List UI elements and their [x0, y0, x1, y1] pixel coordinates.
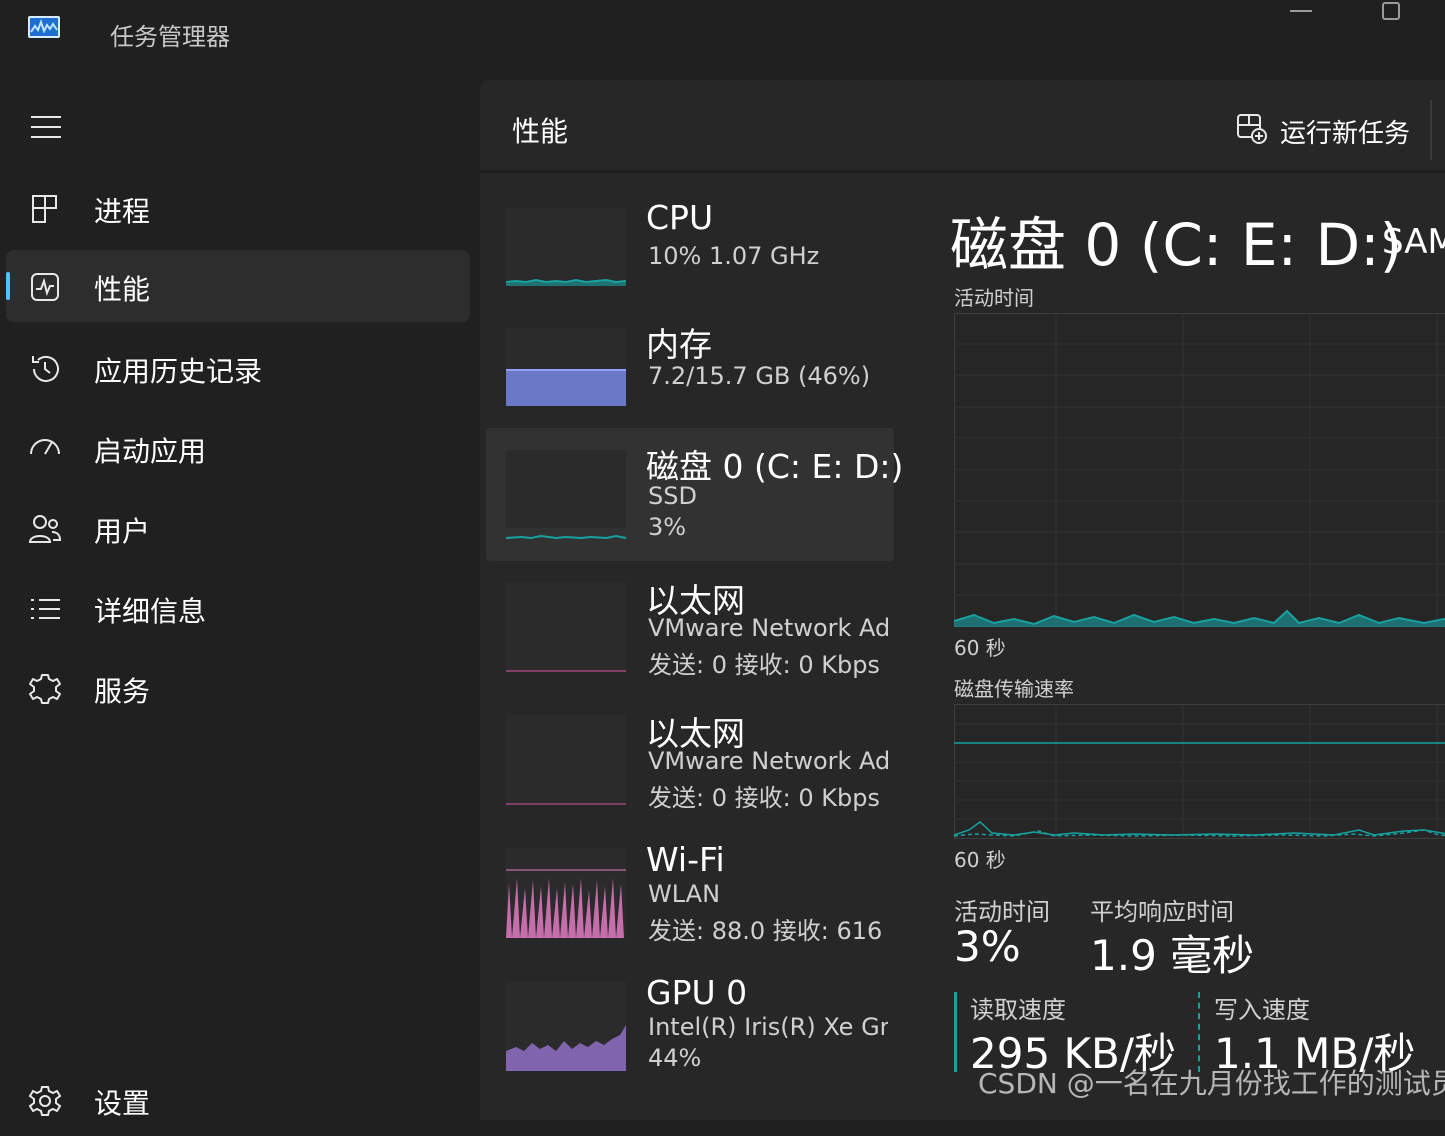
minimize-button[interactable] [1290, 10, 1312, 12]
active-time-chart [954, 313, 1445, 627]
resource-name: 内存 [646, 325, 712, 364]
startup-icon [28, 432, 62, 466]
resource-wifi[interactable]: Wi-Fi WLAN 发送: 88.0 接收: 616 Kl [486, 836, 894, 969]
disk-model: SAM [1382, 222, 1445, 262]
cpu-thumbnail-graph [506, 208, 626, 286]
resource-throughput: 发送: 88.0 接收: 616 Kl [648, 917, 888, 945]
resource-name: Wi-Fi [646, 840, 725, 879]
resource-usage: 44% [648, 1044, 702, 1072]
active-indicator [6, 272, 10, 300]
maximize-button[interactable] [1382, 2, 1400, 20]
resource-usage: 3% [648, 513, 687, 541]
gear-icon [28, 1084, 62, 1118]
resource-adapter: WLAN [648, 880, 721, 908]
resource-info: 10% 1.07 GHz [648, 242, 820, 270]
resource-name: CPU [646, 198, 714, 237]
resource-throughput: 发送: 0 接收: 0 Kbps [648, 784, 880, 812]
sidebar-item-label: 用户 [94, 515, 151, 548]
write-speed-legend-bar [1198, 992, 1200, 1072]
sidebar-item-label: 服务 [94, 675, 151, 708]
hamburger-menu-icon[interactable] [30, 115, 62, 139]
resource-adapter: VMware Network Ad.. [648, 747, 888, 775]
resource-adapter: Intel(R) Iris(R) Xe Gra.. [648, 1013, 888, 1041]
performance-icon [28, 270, 62, 304]
sidebar-item-users[interactable]: 用户 [6, 492, 470, 564]
history-icon [28, 352, 62, 386]
processes-icon [28, 192, 62, 226]
active-time-value: 3% [954, 922, 1021, 971]
services-icon [28, 672, 62, 706]
header-separator [1430, 100, 1432, 160]
sidebar-item-label: 进程 [94, 195, 151, 228]
avg-response-value: 1.9 毫秒 [1090, 931, 1255, 980]
transfer-rate-chart-label: 磁盘传输速率 [954, 677, 1074, 701]
sidebar-item-label: 应用历史记录 [94, 355, 263, 388]
sidebar-item-app-history[interactable]: 应用历史记录 [6, 332, 470, 404]
sidebar-item-details[interactable]: 详细信息 [6, 572, 470, 644]
chart-time-span: 60 秒 [954, 848, 1006, 872]
resource-adapter: VMware Network Ad.. [648, 614, 888, 642]
sidebar-item-label: 详细信息 [94, 595, 207, 628]
header-divider [480, 170, 1445, 173]
sidebar-item-settings[interactable]: 设置 [6, 1064, 470, 1136]
chart-time-span: 60 秒 [954, 636, 1006, 660]
watermark: CSDN @一名在九月份找工作的测试员 [978, 1067, 1445, 1100]
sidebar-item-label: 启动应用 [94, 435, 207, 468]
resource-ethernet-1[interactable]: 以太网 VMware Network Ad.. 发送: 0 接收: 0 Kbps [486, 570, 894, 703]
active-time-chart-label: 活动时间 [954, 286, 1034, 310]
resource-disk-0[interactable]: 磁盘 0 (C: E: D:) SSD 3% [486, 428, 903, 561]
transfer-rate-chart [954, 704, 1445, 839]
task-manager-app-icon [28, 16, 60, 40]
ethernet-thumbnail-graph [506, 715, 626, 805]
resource-type: SSD [648, 482, 697, 510]
resource-name: 磁盘 0 (C: E: D:) [646, 447, 904, 486]
resource-memory[interactable]: 内存 7.2/15.7 GB (46%) [486, 308, 894, 441]
sidebar-item-label: 性能 [94, 273, 151, 306]
sidebar-item-services[interactable]: 服务 [6, 652, 470, 724]
sidebar-item-performance[interactable]: 性能 [6, 250, 470, 322]
gpu-thumbnail-graph [506, 981, 626, 1071]
memory-thumbnail-graph [506, 328, 626, 406]
disk-thumbnail-graph [506, 450, 626, 540]
detail-title: 磁盘 0 (C: E: D:) [950, 211, 1403, 279]
run-new-task-button[interactable]: 运行新任务 [1280, 113, 1410, 150]
read-speed-legend-bar [954, 992, 957, 1072]
wifi-thumbnail-graph [506, 848, 626, 938]
sidebar-item-processes[interactable]: 进程 [6, 172, 470, 244]
resource-ethernet-2[interactable]: 以太网 VMware Network Ad.. 发送: 0 接收: 0 Kbps [486, 703, 894, 836]
details-icon [28, 592, 62, 626]
sidebar-item-startup-apps[interactable]: 启动应用 [6, 412, 470, 484]
resource-name: GPU 0 [646, 973, 748, 1012]
resource-info: 7.2/15.7 GB (46%) [648, 362, 871, 390]
run-new-task-icon[interactable] [1236, 113, 1268, 145]
page-title: 性能 [512, 115, 569, 148]
resource-throughput: 发送: 0 接收: 0 Kbps [648, 651, 880, 679]
ethernet-thumbnail-graph [506, 582, 626, 672]
resource-gpu-0[interactable]: GPU 0 Intel(R) Iris(R) Xe Gra.. 44% [486, 969, 894, 1102]
users-icon [28, 512, 62, 546]
window-title: 任务管理器 [110, 23, 230, 51]
settings-label: 设置 [94, 1087, 151, 1120]
resource-cpu[interactable]: CPU 10% 1.07 GHz [486, 188, 894, 321]
